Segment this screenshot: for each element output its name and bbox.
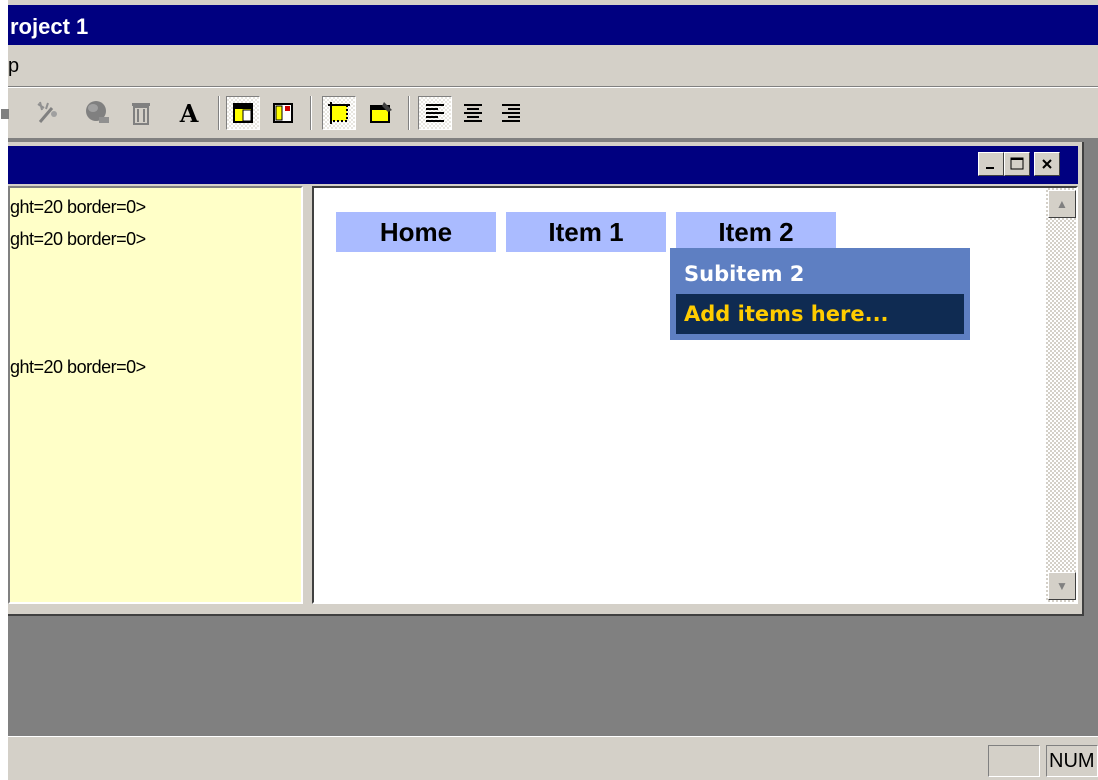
preview-menu-item-2[interactable]: Item 2 xyxy=(676,212,836,252)
status-panel-blank xyxy=(988,745,1040,777)
align-right-icon[interactable] xyxy=(494,96,528,130)
code-line: ght=20 border=0> xyxy=(10,197,146,217)
child-titlebar[interactable] xyxy=(8,146,1078,184)
globe-icon[interactable] xyxy=(80,96,114,130)
vertical-scrollbar[interactable]: ▲ ▼ xyxy=(1046,188,1076,602)
preview-menu-item-1[interactable]: Item 1 xyxy=(506,212,666,252)
insert-item-icon[interactable] xyxy=(266,96,300,130)
text-icon[interactable]: A xyxy=(172,96,206,130)
app-titlebar[interactable]: roject 1 xyxy=(8,5,1098,45)
editor-child-window: ght=20 border=0> ght=20 border=0> ght=20… xyxy=(8,142,1084,616)
maximize-icon[interactable] xyxy=(1004,152,1030,176)
align-center-icon[interactable] xyxy=(456,96,490,130)
close-icon[interactable] xyxy=(1034,152,1060,176)
preview-submenu: Subitem 2 Add items here... xyxy=(670,248,970,340)
code-line: ght=20 border=0> xyxy=(10,229,146,249)
insert-top-icon[interactable] xyxy=(226,96,260,130)
frame-icon[interactable] xyxy=(322,96,356,130)
scroll-down-icon[interactable]: ▼ xyxy=(1048,572,1076,600)
status-num-indicator: NUM xyxy=(1046,745,1098,777)
code-view[interactable]: ght=20 border=0> ght=20 border=0> ght=20… xyxy=(8,186,303,604)
status-bar: NUM xyxy=(8,736,1098,780)
trash-icon[interactable] xyxy=(124,96,158,130)
scroll-up-icon[interactable]: ▲ xyxy=(1048,190,1076,218)
preview-menu-home[interactable]: Home xyxy=(336,212,496,252)
toolbar: A xyxy=(1,87,1098,139)
cursor-icon[interactable] xyxy=(0,96,22,130)
submenu-item-add[interactable]: Add items here... xyxy=(676,294,964,334)
toolbar-separator xyxy=(408,96,410,130)
align-left-icon[interactable] xyxy=(418,96,452,130)
code-line: ght=20 border=0> xyxy=(10,357,146,377)
submenu-item-subitem-2[interactable]: Subitem 2 xyxy=(684,256,804,292)
magic-wand-icon[interactable] xyxy=(30,96,64,130)
menu-item-first[interactable]: p xyxy=(8,55,19,77)
app-title: roject 1 xyxy=(10,14,89,39)
minimize-icon[interactable] xyxy=(978,152,1004,176)
menubar: p xyxy=(8,45,1098,87)
toolbar-separator xyxy=(310,96,312,130)
design-preview[interactable]: Home Item 1 Item 2 Subitem 2 Add items h… xyxy=(312,186,1078,604)
properties-icon[interactable] xyxy=(364,96,398,130)
toolbar-separator xyxy=(218,96,220,130)
